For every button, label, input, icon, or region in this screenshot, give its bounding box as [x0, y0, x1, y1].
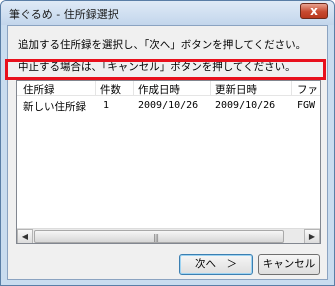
column-divider[interactable] [133, 81, 134, 96]
column-divider[interactable] [95, 81, 96, 96]
close-icon: x [310, 4, 318, 18]
horizontal-scrollbar[interactable]: ◀ ||| ▶ [17, 228, 320, 243]
column-header-created[interactable]: 作成日時 [138, 82, 180, 97]
list-header: 住所録 件数 作成日時 更新日時 ファ [17, 81, 320, 97]
cell-name: 新しい住所録 [23, 101, 86, 113]
cell-updated: 2009/10/26 [215, 100, 276, 111]
column-header-updated[interactable]: 更新日時 [215, 82, 257, 97]
address-book-list[interactable]: 住所録 件数 作成日時 更新日時 ファ 新しい住所録 1 2009/10/26 … [16, 80, 321, 244]
column-header-count[interactable]: 件数 [100, 82, 121, 97]
cell-created: 2009/10/26 [138, 100, 199, 111]
cancel-button[interactable]: キャンセル [258, 254, 320, 275]
scrollbar-thumb[interactable]: ||| [34, 230, 284, 243]
selection-highlight-annotation [5, 59, 326, 80]
grip-icon: ||| [153, 233, 159, 242]
next-button[interactable]: 次へ ＞ [179, 254, 253, 275]
list-item[interactable]: 新しい住所録 1 2009/10/26 2009/10/26 FGW [17, 97, 320, 113]
scroll-left-button[interactable]: ◀ [17, 229, 33, 243]
column-divider[interactable] [210, 81, 211, 96]
title-bar[interactable]: 筆ぐるめ - 住所録選択 x [1, 1, 334, 25]
cell-count: 1 [103, 100, 110, 111]
dialog-window: 筆ぐるめ - 住所録選択 x 追加する住所録を選択し、「次へ」ボタンを押してくだ… [0, 0, 335, 286]
close-button[interactable]: x [300, 3, 328, 19]
window-title: 筆ぐるめ - 住所録選択 [9, 8, 119, 21]
chevron-left-icon: ◀ [21, 232, 29, 241]
column-header-file[interactable]: ファ [297, 82, 318, 97]
scroll-right-button[interactable]: ▶ [304, 229, 320, 243]
chevron-right-icon: ▶ [308, 232, 316, 241]
column-header-name[interactable]: 住所録 [23, 82, 55, 97]
column-divider[interactable] [291, 81, 292, 96]
cell-file: FGW [297, 100, 316, 111]
instruction-text: 追加する住所録を選択し、「次へ」ボタンを押してください。 [18, 39, 307, 51]
